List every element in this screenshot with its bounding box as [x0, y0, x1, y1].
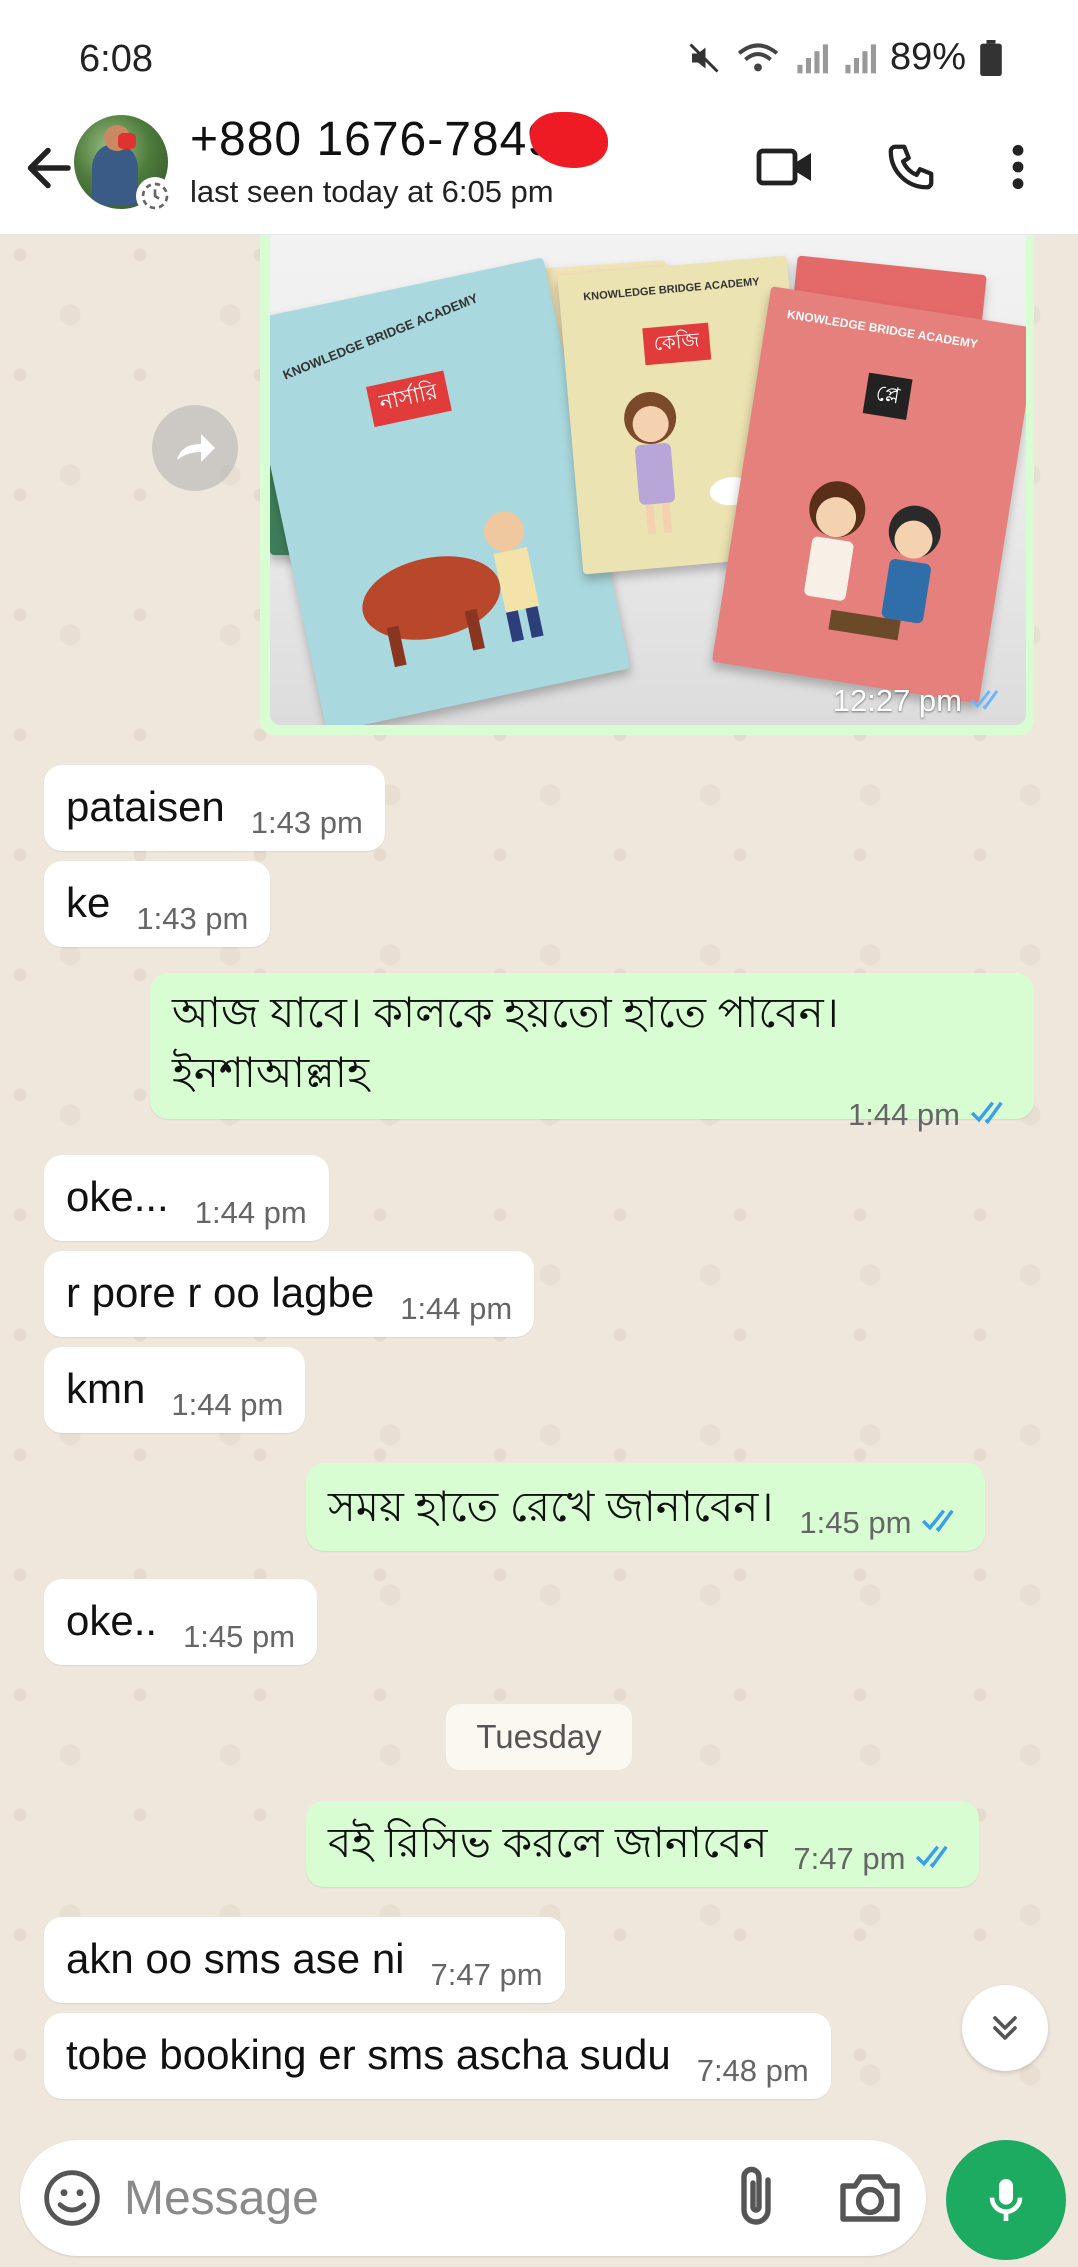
- message-text: pataisen: [66, 783, 225, 830]
- message-text: oke...: [66, 1173, 169, 1220]
- message-time: 1:44 pm: [171, 1387, 284, 1422]
- signal-icon-2: [842, 40, 876, 76]
- double-tick-icon: [970, 683, 1006, 719]
- double-tick-icon: [921, 1505, 963, 1541]
- message-incoming[interactable]: kmn 1:44 pm: [44, 1347, 306, 1433]
- wifi-icon: [736, 40, 780, 76]
- mute-icon: [686, 40, 722, 76]
- message-text: আজ যাবে। কালকে হয়তো হাতে পাবেন। ইনশাআল্…: [172, 989, 839, 1096]
- camera-icon[interactable]: [834, 2162, 906, 2234]
- message-text: tobe booking er sms ascha sudu: [66, 2031, 671, 2078]
- double-tick-icon: [915, 1841, 957, 1877]
- image-timestamp: 12:27 pm: [833, 683, 1006, 719]
- message-text: ke: [66, 879, 111, 926]
- signal-icon: [794, 40, 828, 76]
- mic-icon[interactable]: [946, 2140, 1066, 2260]
- battery-percent: 89%: [889, 36, 966, 78]
- video-call-icon[interactable]: [750, 132, 820, 202]
- battery-icon: [980, 39, 1002, 76]
- message-text: akn oo sms ase ni: [66, 1935, 405, 1982]
- message-text: kmn: [66, 1365, 146, 1412]
- message-time: 1:44 pm: [194, 1195, 307, 1230]
- image-message[interactable]: KNOWLEDGE BRIDGE ACADEMY নার্সারি KNOWLE…: [260, 235, 1034, 735]
- message-incoming[interactable]: pataisen 1:43 pm: [44, 765, 385, 851]
- message-time: 7:47 pm: [793, 1841, 957, 1887]
- message-time: 1:43 pm: [136, 901, 249, 936]
- message-incoming[interactable]: oke.. 1:45 pm: [44, 1579, 318, 1665]
- chat-area[interactable]: KNOWLEDGE BRIDGE ACADEMY নার্সারি KNOWLE…: [0, 235, 1078, 2135]
- status-ring-icon: [136, 177, 174, 215]
- message-input[interactable]: [124, 2160, 684, 2236]
- message-outgoing[interactable]: সময় হাতে রেখে জানাবেন। 1:45 pm: [306, 1463, 986, 1551]
- day-separator: Tuesday: [446, 1704, 632, 1770]
- forward-icon[interactable]: [152, 405, 238, 491]
- message-incoming[interactable]: r pore r oo lagbe 1:44 pm: [44, 1251, 535, 1337]
- back-arrow-icon[interactable]: [18, 138, 78, 198]
- message-time: 1:45 pm: [799, 1505, 963, 1551]
- message-incoming[interactable]: ke 1:43 pm: [44, 861, 271, 947]
- message-text: বই রিসিভ করলে জানাবেন: [328, 1819, 768, 1866]
- message-time: 7:47 pm: [430, 1957, 543, 1992]
- message-text: সময় হাতে রেখে জানাবেন।: [328, 1483, 774, 1530]
- message-outgoing[interactable]: বই রিসিভ করলে জানাবেন 7:47 pm: [306, 1801, 980, 1887]
- chat-header: +880 1676-78490 last seen today at 6:05 …: [0, 110, 1078, 235]
- message-incoming[interactable]: akn oo sms ase ni 7:47 pm: [44, 1917, 565, 2003]
- message-incoming[interactable]: tobe booking er sms ascha sudu 7:48 pm: [44, 2013, 831, 2099]
- attach-icon[interactable]: [720, 2162, 792, 2234]
- double-tick-icon: [970, 1097, 1012, 1133]
- message-text: oke..: [66, 1597, 158, 1644]
- status-bar: 6:08 89%: [0, 0, 1078, 110]
- photo[interactable]: KNOWLEDGE BRIDGE ACADEMY নার্সারি KNOWLE…: [270, 235, 1026, 725]
- last-seen: last seen today at 6:05 pm: [190, 174, 554, 209]
- status-icons: 89%: [686, 36, 1002, 79]
- message-incoming[interactable]: oke... 1:44 pm: [44, 1155, 329, 1241]
- phone-icon[interactable]: [876, 132, 946, 202]
- message-time: 1:44 pm: [400, 1291, 513, 1326]
- message-time: 1:43 pm: [250, 805, 363, 840]
- chevron-double-down-icon[interactable]: [962, 1985, 1048, 2071]
- emoji-icon[interactable]: [40, 2166, 104, 2230]
- message-composer: [20, 2140, 926, 2256]
- message-time: 7:48 pm: [696, 2053, 809, 2088]
- message-outgoing[interactable]: আজ যাবে। কালকে হয়তো হাতে পাবেন। ইনশাআল্…: [150, 973, 1034, 1132]
- message-text: r pore r oo lagbe: [66, 1269, 375, 1316]
- more-vert-icon[interactable]: [988, 132, 1048, 202]
- contact-name[interactable]: +880 1676-78490: [190, 112, 583, 167]
- message-time: 1:45 pm: [183, 1619, 296, 1654]
- status-time: 6:08: [79, 38, 153, 80]
